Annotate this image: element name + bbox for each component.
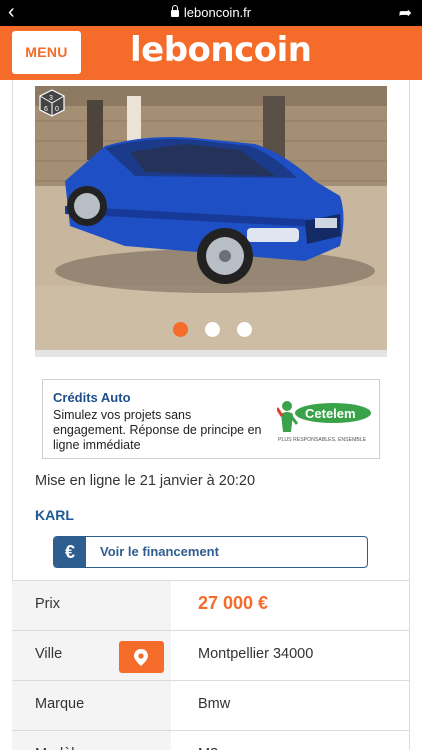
svg-text:6: 6 — [44, 106, 48, 113]
cetelem-tagline: PLUS RESPONSABLES, ENSEMBLE — [278, 437, 367, 443]
criteria-key: Modèle — [35, 746, 83, 750]
lock-icon — [170, 5, 179, 17]
credit-ad[interactable]: Crédits Auto Simulez vos projets sans en… — [42, 379, 380, 459]
financing-button-label: Voir le financement — [100, 544, 219, 559]
cetelem-logo: Cetelem PLUS RESPONSABLES, ENSEMBLE — [277, 401, 371, 443]
360-icon[interactable]: 3 6 0 — [38, 89, 66, 117]
credit-ad-title: Crédits Auto — [53, 390, 131, 405]
photo-footer-strip — [35, 350, 387, 357]
car-photo-image — [35, 86, 387, 350]
price-value: 27 000 € — [198, 593, 269, 613]
financing-button[interactable]: € Voir le financement — [53, 536, 368, 568]
url-text: leboncoin.fr — [183, 5, 252, 20]
criteria-value: Montpellier 34000 — [198, 646, 314, 662]
gallery-pagination — [170, 322, 260, 338]
criteria-table: Prix 27 000 € Ville Montpellier 34000 Ma… — [12, 580, 410, 750]
credit-ad-text: Simulez vos projets sans engagement. Rép… — [53, 408, 262, 452]
cetelem-brand: Cetelem — [305, 406, 356, 421]
criteria-key: Ville — [35, 646, 63, 662]
seller-name[interactable]: KARL — [35, 507, 74, 523]
share-icon[interactable]: ➦ — [399, 3, 412, 23]
criteria-value: M3 — [198, 746, 218, 750]
browser-bar: ‹ leboncoin.fr ➦ — [0, 0, 422, 26]
gallery-dot-3[interactable] — [237, 322, 252, 337]
listing-photo[interactable] — [35, 86, 387, 350]
svg-text:3: 3 — [49, 95, 53, 102]
gallery-dot-2[interactable] — [205, 322, 220, 337]
svg-text:0: 0 — [55, 106, 59, 113]
map-pin-button[interactable] — [119, 641, 164, 673]
menu-button[interactable]: MENU — [12, 31, 81, 74]
site-logo[interactable]: leboncoin — [130, 30, 312, 70]
table-row: Prix 27 000 € — [12, 580, 410, 630]
site-header: MENU leboncoin — [0, 26, 422, 80]
table-row: Marque Bmw — [12, 680, 410, 730]
table-row: Ville Montpellier 34000 — [12, 630, 410, 680]
address-bar[interactable]: leboncoin.fr — [0, 5, 422, 20]
criteria-key: Marque — [35, 696, 85, 712]
criteria-value: Bmw — [198, 696, 231, 712]
posted-date: Mise en ligne le 21 janvier à 20:20 — [35, 473, 256, 489]
gallery-dot-1[interactable] — [173, 322, 188, 337]
table-row: Modèle M3 — [12, 730, 410, 750]
criteria-key: Prix — [35, 596, 60, 612]
euro-icon: € — [54, 537, 86, 567]
map-pin-icon — [134, 649, 148, 666]
